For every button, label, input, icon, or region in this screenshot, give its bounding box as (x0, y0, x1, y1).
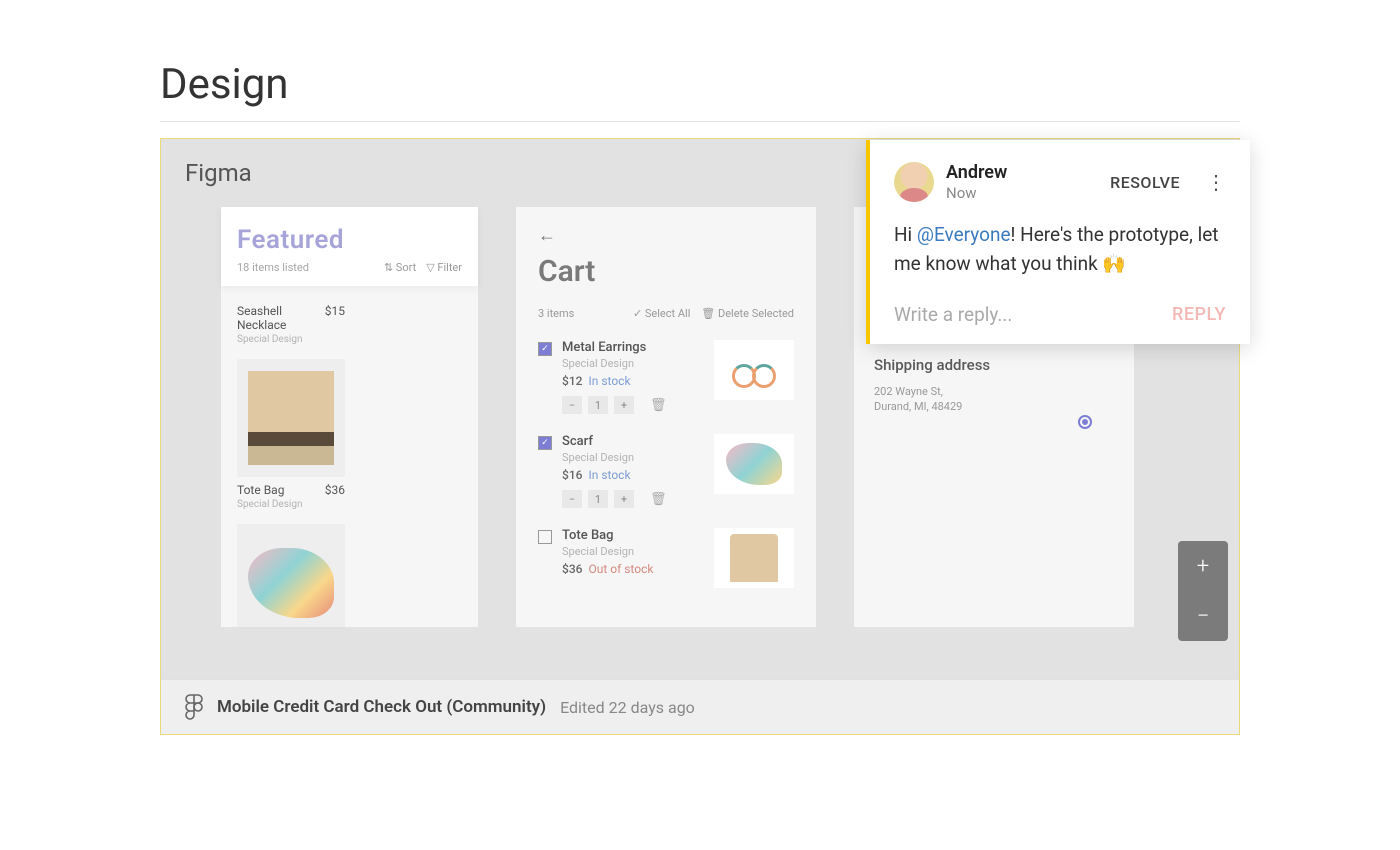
featured-title: Featured (237, 225, 462, 255)
delete-selected-button[interactable]: 🗑 Delete Selected (701, 307, 794, 320)
comment-card: Andrew Now RESOLVE ⋮ Hi @Everyone! Here'… (866, 140, 1250, 344)
page-title: Design (160, 60, 1240, 109)
select-all-button[interactable]: ✓ Select All (633, 307, 690, 320)
trash-icon[interactable]: 🗑 (650, 492, 667, 507)
comment-author: Andrew (946, 162, 1098, 183)
resolve-button[interactable]: RESOLVE (1110, 173, 1180, 192)
comment-body: Hi @Everyone! Here's the prototype, let … (894, 220, 1226, 279)
avatar[interactable] (894, 162, 934, 202)
trash-icon[interactable]: 🗑 (650, 398, 667, 413)
cart-item: Tote Bag Special Design $36Out of stock (538, 528, 794, 588)
product-card[interactable]: Scarf$16 Special Design (237, 524, 345, 627)
featured-frame: Featured 18 items listed ⇅ Sort ▽ Filter… (221, 207, 478, 627)
checkbox-icon[interactable]: ✓ (538, 342, 552, 356)
qty-plus[interactable]: + (614, 490, 634, 508)
product-card[interactable]: Seashell Necklace$15 Special Design (237, 298, 345, 345)
cart-item: ✓ Scarf Special Design $16In stock − 1 +… (538, 434, 794, 508)
qty-minus[interactable]: − (562, 490, 582, 508)
checkbox-icon[interactable] (538, 530, 552, 544)
mention[interactable]: @Everyone (917, 223, 1011, 246)
comment-time: Now (946, 184, 1098, 202)
zoom-control: + − (1178, 541, 1228, 641)
file-edited: Edited 22 days ago (560, 698, 695, 717)
radio-selected-icon[interactable] (1078, 415, 1092, 429)
items-listed: 18 items listed (237, 261, 309, 274)
figma-logo-icon (185, 694, 203, 720)
qty-value: 1 (588, 490, 608, 508)
cart-frame: ← Cart 3 items ✓ Select All 🗑 Delete Sel… (516, 207, 816, 627)
cart-title: Cart (538, 254, 794, 289)
reply-input[interactable]: Write a reply... (894, 303, 1012, 326)
qty-minus[interactable]: − (562, 396, 582, 414)
figma-footer: Mobile Credit Card Check Out (Community)… (161, 679, 1239, 734)
sort-button[interactable]: ⇅ Sort (384, 261, 416, 274)
shipping-title: Shipping address (874, 356, 1114, 374)
address-line: 202 Wayne St, (874, 384, 1114, 399)
address-line: Durand, MI, 48429 (874, 399, 1114, 414)
cart-count: 3 items (538, 307, 574, 320)
file-name[interactable]: Mobile Credit Card Check Out (Community) (217, 697, 546, 717)
back-arrow-icon[interactable]: ← (538, 225, 794, 246)
reply-button[interactable]: REPLY (1172, 304, 1226, 325)
qty-plus[interactable]: + (614, 396, 634, 414)
qty-value: 1 (588, 396, 608, 414)
divider (160, 121, 1240, 122)
filter-button[interactable]: ▽ Filter (426, 261, 462, 274)
product-card[interactable]: Tote Bag$36 Special Design (237, 359, 345, 510)
checkbox-icon[interactable]: ✓ (538, 436, 552, 450)
zoom-out-button[interactable]: − (1178, 591, 1228, 641)
zoom-in-button[interactable]: + (1178, 541, 1228, 591)
more-icon[interactable]: ⋮ (1206, 172, 1226, 192)
cart-item: ✓ Metal Earrings Special Design $12In st… (538, 340, 794, 414)
